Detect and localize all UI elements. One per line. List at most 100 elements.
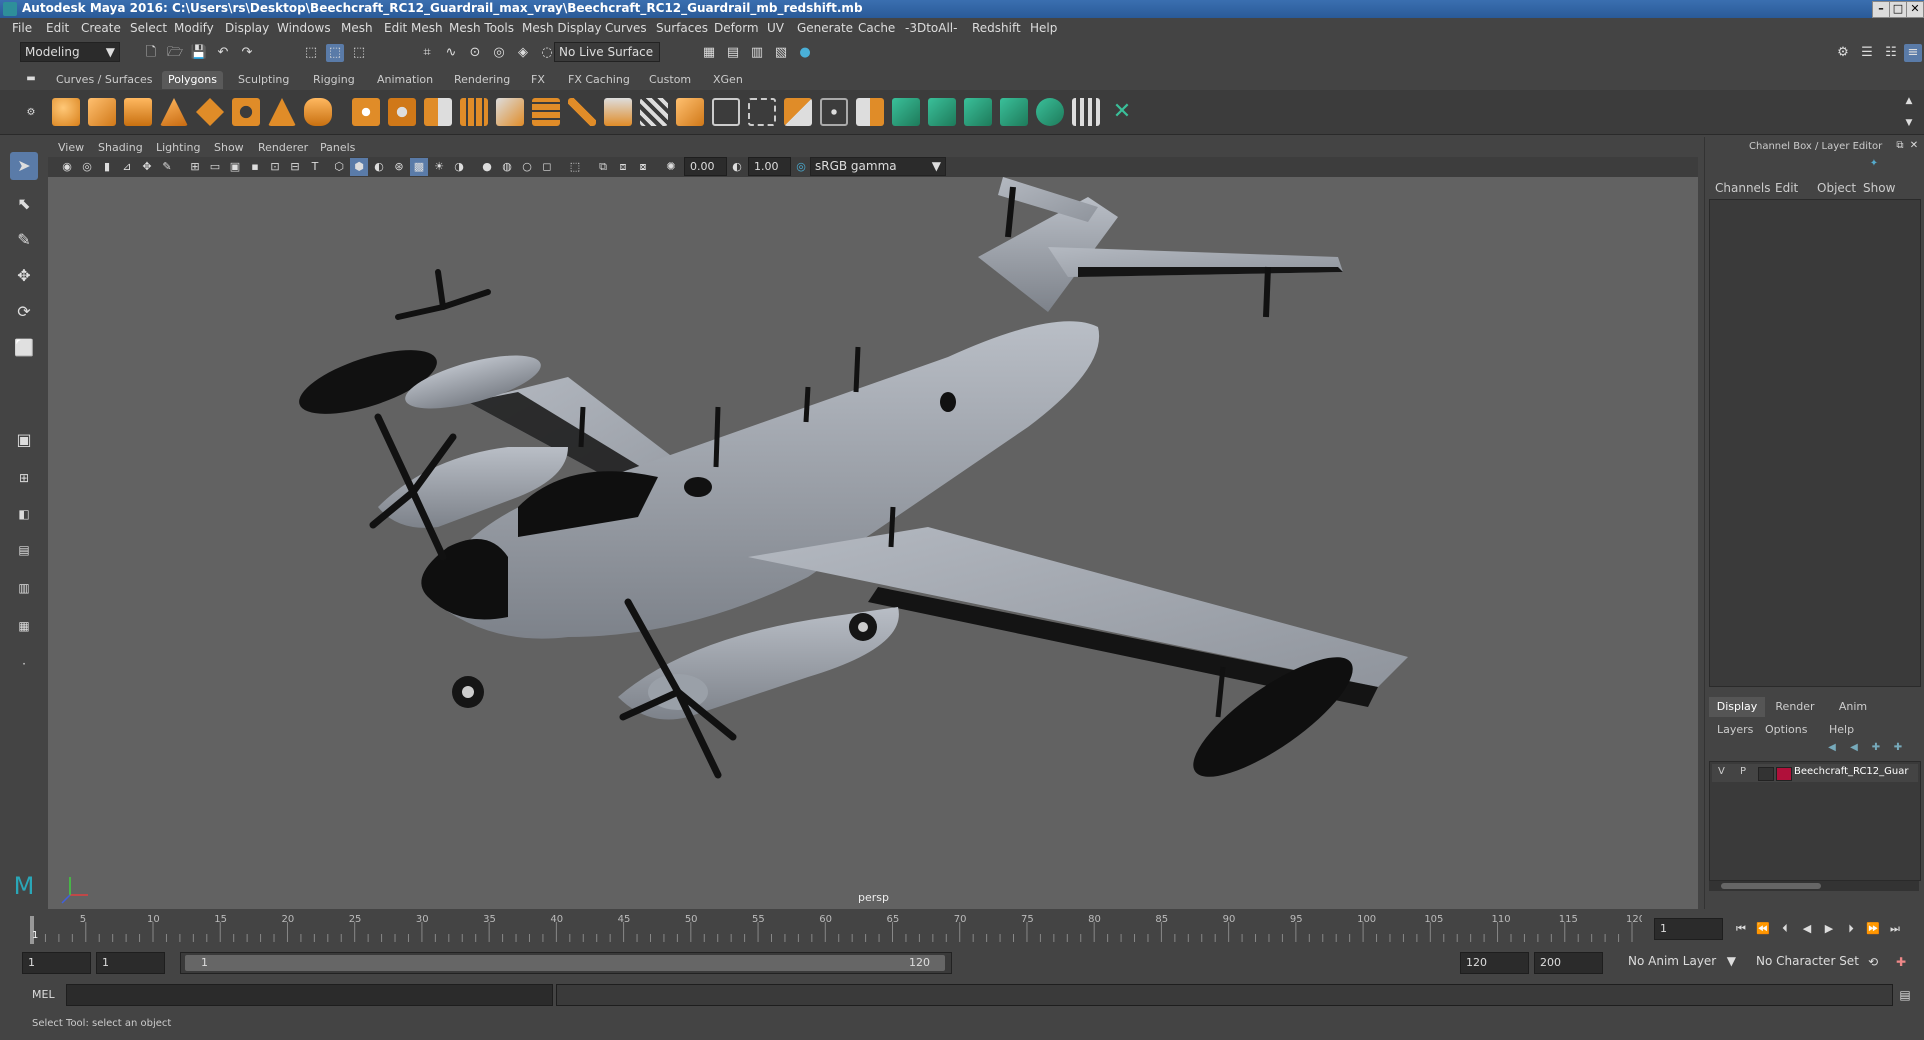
menu-mesh-tools[interactable]: Mesh Tools bbox=[449, 21, 514, 35]
move-tool-icon[interactable]: ✥ bbox=[10, 262, 38, 290]
poly-sphere-icon[interactable] bbox=[52, 98, 80, 126]
vp-menu-renderer[interactable]: Renderer bbox=[258, 141, 308, 154]
shelf-scroll-down-icon[interactable]: ▼ bbox=[1900, 114, 1918, 132]
close-panel-icon[interactable]: ✕ bbox=[1905, 137, 1923, 155]
safe-action-icon[interactable]: ⊟ bbox=[286, 158, 304, 176]
field-chart-icon[interactable]: ⊡ bbox=[266, 158, 284, 176]
vp-menu-lighting[interactable]: Lighting bbox=[156, 141, 200, 154]
tab-rigging[interactable]: Rigging bbox=[307, 71, 361, 89]
layer-visibility-toggle[interactable]: V bbox=[1718, 766, 1725, 777]
menu-modify[interactable]: Modify bbox=[174, 21, 214, 35]
menu-surfaces[interactable]: Surfaces bbox=[656, 21, 708, 35]
depth-of-field-icon[interactable]: ◻ bbox=[538, 158, 556, 176]
step-forward-key-icon[interactable]: ⏩ bbox=[1864, 920, 1882, 938]
ipr-render-icon[interactable]: ▥ bbox=[748, 44, 766, 62]
time-slider[interactable]: 5 10 15 20 25 30 35 40 45 50 55 60 65 70 75 80 85 90 95 100… bbox=[0, 912, 1924, 946]
textured-icon[interactable]: ▩ bbox=[410, 158, 428, 176]
new-layer-selected-icon[interactable]: ✚ bbox=[1889, 739, 1907, 757]
poly-pipe-icon[interactable] bbox=[304, 98, 332, 126]
cb-menu-show[interactable]: Show bbox=[1863, 181, 1895, 195]
layer-scrollbar[interactable] bbox=[1709, 881, 1919, 891]
select-tool-icon[interactable]: ➤ bbox=[10, 152, 38, 180]
layer-scrollbar-thumb[interactable] bbox=[1721, 883, 1821, 889]
snap-surface-icon[interactable]: ◈ bbox=[514, 44, 532, 62]
gamma-icon[interactable]: ◐ bbox=[728, 158, 746, 176]
planar-uv-icon[interactable] bbox=[892, 98, 920, 126]
insert-edge-loop-icon[interactable] bbox=[712, 98, 740, 126]
tab-render[interactable]: Render bbox=[1767, 697, 1823, 717]
new-layer-icon[interactable]: ✚ bbox=[1867, 739, 1885, 757]
viewport-3d-panel[interactable]: persp bbox=[48, 177, 1698, 909]
menu-file[interactable]: File bbox=[12, 21, 32, 35]
menu-windows[interactable]: Windows bbox=[277, 21, 331, 35]
camera-attributes-icon[interactable]: ◎ bbox=[78, 158, 96, 176]
lasso-tool-icon[interactable]: ⬉ bbox=[10, 190, 38, 218]
paint-select-tool-icon[interactable]: ✎ bbox=[10, 226, 38, 254]
scale-tool-icon[interactable]: ⬜ bbox=[10, 334, 38, 362]
layout-graph-icon[interactable]: ▥ bbox=[10, 574, 38, 602]
tab-xgen[interactable]: XGen bbox=[707, 71, 749, 89]
poly-cone-icon[interactable] bbox=[160, 98, 188, 126]
tool-settings-icon[interactable]: ☷ bbox=[1882, 44, 1900, 62]
bridge-icon[interactable] bbox=[532, 98, 560, 126]
grease-pencil-icon[interactable]: ✎ bbox=[158, 158, 176, 176]
use-all-lights-icon[interactable]: ☀ bbox=[430, 158, 448, 176]
script-language-label[interactable]: MEL bbox=[32, 988, 55, 1001]
playback-end-field[interactable]: 120 bbox=[1460, 952, 1529, 974]
le-menu-help[interactable]: Help bbox=[1829, 723, 1854, 736]
cylindrical-uv-icon[interactable] bbox=[928, 98, 956, 126]
color-management-icon[interactable]: ◎ bbox=[792, 158, 810, 176]
tab-rendering[interactable]: Rendering bbox=[448, 71, 516, 89]
layer-name[interactable]: Beechcraft_RC12_Guar bbox=[1794, 766, 1909, 777]
menu-display[interactable]: Display bbox=[225, 21, 269, 35]
menu-uv[interactable]: UV bbox=[767, 21, 784, 35]
gate-mask-icon[interactable]: ▪ bbox=[246, 158, 264, 176]
mirror-icon[interactable] bbox=[424, 98, 452, 126]
xray-joints-icon[interactable]: ⧈ bbox=[614, 158, 632, 176]
menu-mesh-display[interactable]: Mesh Display bbox=[522, 21, 602, 35]
character-set-dropdown[interactable]: No Character Set bbox=[1752, 952, 1866, 970]
tab-fx-caching[interactable]: FX Caching bbox=[562, 71, 636, 89]
poly-pyramid-icon[interactable] bbox=[268, 98, 296, 126]
render-settings-icon[interactable]: ▧ bbox=[772, 44, 790, 62]
screen-space-ao-icon[interactable]: ● bbox=[478, 158, 496, 176]
channel-list[interactable] bbox=[1709, 199, 1921, 687]
sew-uv-icon[interactable]: ✕ bbox=[1108, 98, 1136, 126]
menu-edit-mesh[interactable]: Edit Mesh bbox=[384, 21, 443, 35]
vp-menu-panels[interactable]: Panels bbox=[320, 141, 355, 154]
separate-icon[interactable] bbox=[388, 98, 416, 126]
menu-redshift[interactable]: Redshift bbox=[972, 21, 1021, 35]
layer-move-down-icon[interactable]: ◀ bbox=[1845, 739, 1863, 757]
offset-edge-loop-icon[interactable] bbox=[748, 98, 776, 126]
poly-plane-icon[interactable] bbox=[196, 98, 224, 126]
save-scene-icon[interactable]: 💾 bbox=[190, 44, 208, 62]
menu-cache[interactable]: Cache bbox=[858, 21, 895, 35]
anti-aliasing-icon[interactable]: ○ bbox=[518, 158, 536, 176]
render-view-icon[interactable]: ▦ bbox=[700, 44, 718, 62]
current-frame-field[interactable]: 1 bbox=[1654, 918, 1723, 940]
layout-outliner-icon[interactable]: ▤ bbox=[10, 536, 38, 564]
layer-type-toggle[interactable] bbox=[1758, 767, 1774, 781]
exposure-field[interactable]: 0.00 bbox=[684, 157, 727, 176]
open-scene-icon[interactable]: 🗁 bbox=[166, 44, 184, 62]
menu-help[interactable]: Help bbox=[1030, 21, 1057, 35]
tab-polygons[interactable]: Polygons bbox=[162, 71, 223, 89]
spherical-uv-icon[interactable] bbox=[964, 98, 992, 126]
close-button[interactable]: ✕ bbox=[1906, 1, 1924, 18]
preferences-icon[interactable]: ✚ bbox=[1892, 953, 1910, 971]
vp-menu-shading[interactable]: Shading bbox=[98, 141, 143, 154]
exposure-icon[interactable]: ✺ bbox=[662, 158, 680, 176]
layer-playback-toggle[interactable]: P bbox=[1740, 766, 1746, 777]
camera-select-icon[interactable]: ◉ bbox=[58, 158, 76, 176]
xray-icon[interactable]: ⧉ bbox=[594, 158, 612, 176]
menu-deform[interactable]: Deform bbox=[714, 21, 759, 35]
cb-menu-edit[interactable]: Edit bbox=[1775, 181, 1798, 195]
grid-icon[interactable]: ⊞ bbox=[186, 158, 204, 176]
shelf-scroll-up-icon[interactable]: ▲ bbox=[1900, 92, 1918, 110]
playback-start-field[interactable]: 1 bbox=[96, 952, 165, 974]
gamma-field[interactable]: 1.00 bbox=[748, 157, 791, 176]
extrude-icon[interactable] bbox=[604, 98, 632, 126]
snap-point-icon[interactable]: ⊙ bbox=[466, 44, 484, 62]
layer-row[interactable]: V P Beechcraft_RC12_Guar bbox=[1712, 764, 1918, 782]
motion-blur-icon[interactable]: ◍ bbox=[498, 158, 516, 176]
